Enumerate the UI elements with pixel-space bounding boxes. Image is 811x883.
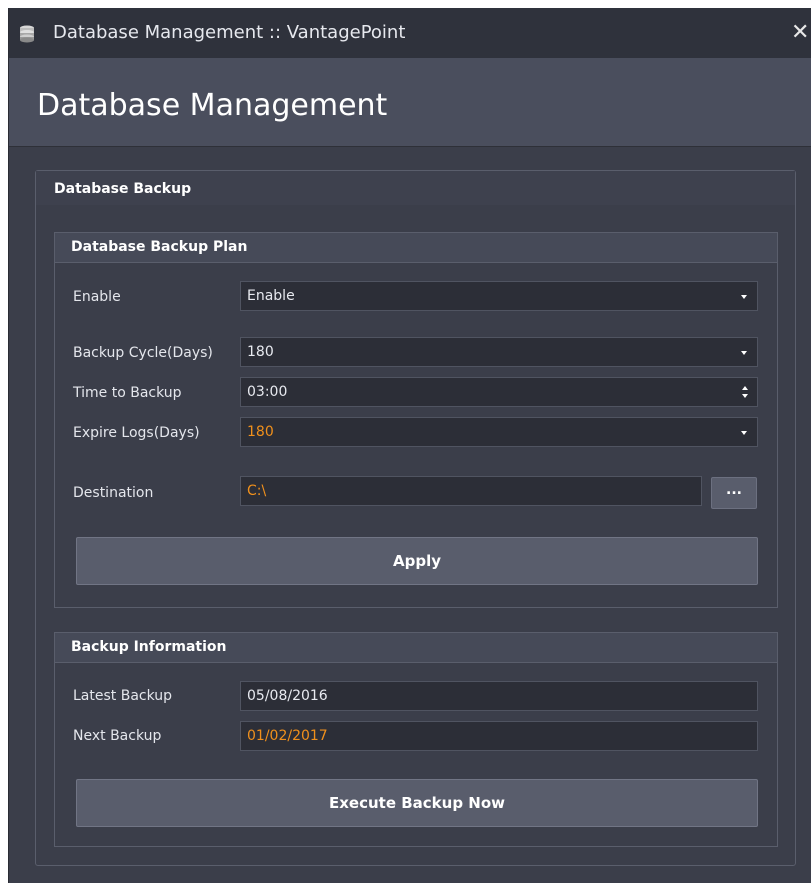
backup-plan-group-title: Database Backup Plan bbox=[71, 239, 248, 255]
window-title: Database Management :: VantagePoint bbox=[53, 22, 406, 43]
database-icon bbox=[20, 25, 34, 43]
title-bar: Database Management :: VantagePoint ✕ bbox=[9, 8, 811, 58]
backup-cycle-select[interactable]: 180 bbox=[240, 337, 758, 367]
browse-button[interactable]: ... bbox=[711, 477, 757, 509]
backup-cycle-value: 180 bbox=[247, 344, 274, 360]
time-to-backup-label: Time to Backup bbox=[73, 385, 182, 401]
apply-button[interactable]: Apply bbox=[76, 537, 758, 585]
spin-up-icon[interactable] bbox=[742, 386, 748, 390]
backup-info-group-header: Backup Information bbox=[55, 633, 777, 663]
latest-backup-value: 05/08/2016 bbox=[247, 688, 328, 704]
latest-backup-field: 05/08/2016 bbox=[240, 681, 758, 711]
database-backup-group-header: Database Backup bbox=[36, 171, 795, 205]
next-backup-field: 01/02/2017 bbox=[240, 721, 758, 751]
database-backup-group: Database Backup Database Backup Plan Ena… bbox=[35, 170, 796, 866]
backup-plan-group-header: Database Backup Plan bbox=[55, 233, 777, 263]
database-backup-group-title: Database Backup bbox=[54, 181, 192, 197]
next-backup-label: Next Backup bbox=[73, 728, 162, 744]
time-to-backup-spinbox[interactable]: 03:00 bbox=[240, 377, 758, 407]
close-button[interactable]: ✕ bbox=[791, 18, 811, 48]
expire-logs-select[interactable]: 180 bbox=[240, 417, 758, 447]
expire-logs-label: Expire Logs(Days) bbox=[73, 425, 200, 441]
enable-label: Enable bbox=[73, 289, 121, 305]
latest-backup-label: Latest Backup bbox=[73, 688, 173, 704]
enable-select-value: Enable bbox=[247, 288, 295, 304]
chevron-down-icon bbox=[741, 295, 747, 299]
chevron-down-icon bbox=[741, 431, 747, 435]
next-backup-value: 01/02/2017 bbox=[247, 728, 328, 744]
chevron-down-icon bbox=[741, 351, 747, 355]
expire-logs-value: 180 bbox=[247, 424, 274, 440]
database-management-window: Database Management :: VantagePoint ✕ Da… bbox=[8, 8, 811, 883]
execute-backup-button[interactable]: Execute Backup Now bbox=[76, 779, 758, 827]
time-to-backup-value: 03:00 bbox=[247, 384, 288, 400]
spin-down-icon[interactable] bbox=[742, 394, 748, 398]
backup-info-group-title: Backup Information bbox=[71, 639, 227, 655]
destination-label: Destination bbox=[73, 485, 154, 501]
backup-cycle-label: Backup Cycle(Days) bbox=[73, 345, 213, 361]
page-title: Database Management bbox=[37, 88, 388, 123]
backup-info-group: Backup Information Latest Backup 05/08/2… bbox=[54, 632, 778, 847]
destination-input[interactable]: C:\ bbox=[240, 476, 702, 506]
destination-value: C:\ bbox=[247, 483, 267, 499]
enable-select[interactable]: Enable bbox=[240, 281, 758, 311]
backup-plan-group: Database Backup Plan Enable Enable Backu… bbox=[54, 232, 778, 608]
